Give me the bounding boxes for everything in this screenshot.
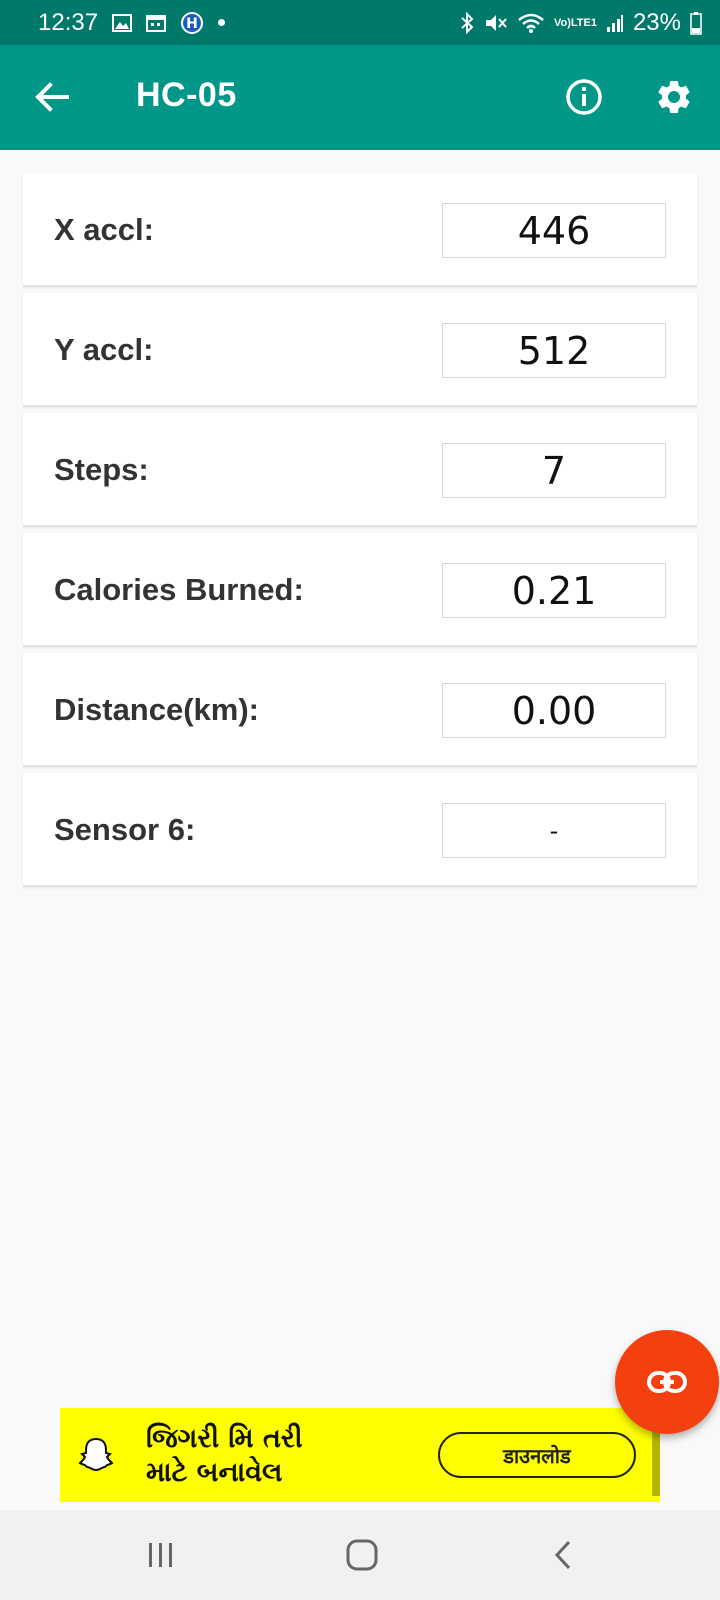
sensor-value: 0.00 — [442, 683, 666, 738]
back-button[interactable] — [30, 75, 74, 119]
ad-side-bar — [652, 1428, 660, 1496]
h-app-icon: H — [180, 11, 204, 35]
bluetooth-icon — [459, 11, 475, 34]
ad-download-button[interactable]: डाउनलोड — [438, 1432, 636, 1478]
ad-line-2: માટે બનાવેલ — [146, 1457, 283, 1488]
sensor-card-calories: Calories Burned: 0.21 — [23, 533, 697, 647]
network-label-bottom: LTE1 — [570, 16, 597, 29]
connect-fab-button[interactable] — [615, 1330, 719, 1434]
calendar-icon — [146, 14, 167, 32]
sensor-card-steps: Steps: 7 — [23, 413, 697, 527]
screen: 12:37 H Vo) LTE1 23% HC-05 X accl: 446 Y… — [0, 0, 720, 1600]
settings-button[interactable] — [652, 75, 696, 119]
image-icon — [112, 13, 133, 32]
settings-gear-icon — [658, 80, 690, 113]
back-arrow-icon — [35, 82, 69, 112]
home-icon — [346, 1539, 378, 1571]
network-label-top: Vo) — [553, 16, 571, 29]
sensor-value: 512 — [442, 323, 666, 378]
mute-icon — [484, 12, 508, 34]
status-time: 12:37 — [38, 8, 99, 36]
sensor-list: X accl: 446 Y accl: 512 Steps: 7 Calorie… — [23, 173, 697, 893]
battery-percent: 23% — [632, 8, 681, 36]
recents-button[interactable] — [131, 1532, 191, 1578]
back-icon — [554, 1540, 571, 1570]
wifi-icon — [517, 12, 545, 34]
info-icon — [566, 79, 602, 115]
battery-icon — [690, 11, 702, 35]
sensor-card-x-accl: X accl: 446 — [23, 173, 697, 287]
home-button[interactable] — [332, 1532, 392, 1578]
app-bar: HC-05 — [0, 45, 720, 150]
status-right: Vo) LTE1 23% — [459, 9, 702, 37]
sensor-value: 446 — [442, 203, 666, 258]
sensor-label: Distance(km): — [54, 692, 259, 727]
nav-back-button[interactable] — [533, 1532, 593, 1578]
sensor-label: X accl: — [54, 212, 154, 247]
link-icon — [647, 1371, 687, 1393]
ad-text: જિગરી મિ તરી માટે બનાવેલ — [146, 1422, 303, 1490]
ad-banner[interactable]: જિગરી મિ તરી માટે બનાવેલ डाउनलोड — [60, 1408, 660, 1502]
sensor-card-distance: Distance(km): 0.00 — [23, 653, 697, 767]
status-left: 12:37 H — [38, 8, 226, 37]
snapchat-ghost-icon — [78, 1437, 114, 1472]
sensor-label: Steps: — [54, 452, 149, 487]
network-type-label: Vo) LTE1 — [553, 16, 597, 29]
system-nav-bar — [0, 1510, 720, 1600]
sensor-label: Sensor 6: — [54, 812, 196, 847]
sensor-label: Calories Burned: — [54, 572, 304, 607]
recents-icon — [149, 1543, 172, 1567]
sensor-card-sensor-6: Sensor 6: - — [23, 773, 697, 887]
status-bar: 12:37 H Vo) LTE1 23% — [0, 0, 720, 45]
sensor-value: 0.21 — [442, 563, 666, 618]
dot-icon — [218, 19, 226, 26]
info-button[interactable] — [562, 75, 606, 119]
ad-line-1: જિગરી મિ તરી — [146, 1423, 303, 1454]
sensor-card-y-accl: Y accl: 512 — [23, 293, 697, 407]
sensor-value: 7 — [442, 443, 666, 498]
signal-icon — [606, 13, 624, 33]
page-title: HC-05 — [136, 76, 237, 114]
svg-text:H: H — [186, 16, 198, 32]
sensor-value: - — [442, 803, 666, 858]
sensor-label: Y accl: — [54, 332, 154, 367]
